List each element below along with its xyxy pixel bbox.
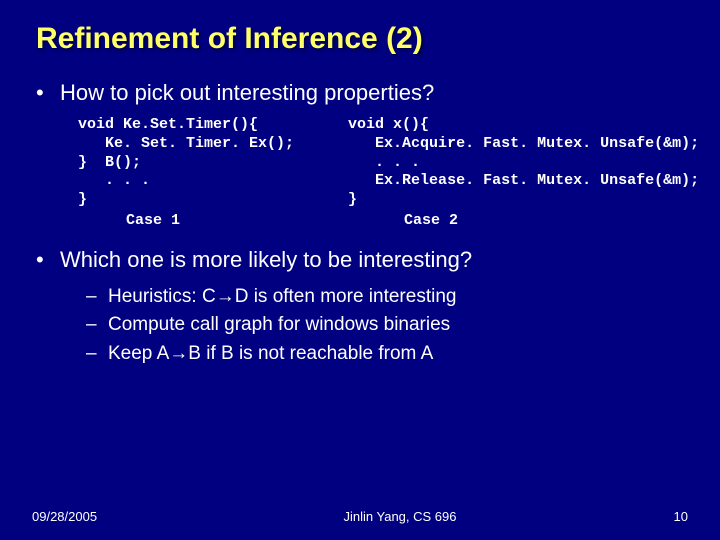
slide-footer: 09/28/2005 Jinlin Yang, CS 696 10 — [0, 509, 720, 524]
heuristic-1: Heuristics: C→D is often more interestin… — [36, 283, 720, 312]
code2-line3: . . . — [348, 154, 699, 173]
h3-part-a: Keep A — [108, 343, 169, 364]
code1-line3: } B(); — [78, 154, 294, 173]
code1-line2: Ke. Set. Timer. Ex(); — [78, 135, 294, 154]
code-example-1: void Ke.Set.Timer(){ Ke. Set. Timer. Ex(… — [78, 116, 294, 229]
bullet-question-2: Which one is more likely to be interesti… — [36, 247, 720, 273]
heuristic-3: Keep A→B if B is not reachable from A — [36, 340, 720, 369]
code1-line4: . . . — [78, 172, 294, 191]
code-examples-row: void Ke.Set.Timer(){ Ke. Set. Timer. Ex(… — [36, 116, 720, 229]
footer-author: Jinlin Yang, CS 696 — [152, 509, 648, 524]
case-2-label: Case 2 — [348, 212, 699, 229]
code2-line4: Ex.Release. Fast. Mutex. Unsafe(&m); — [348, 172, 699, 191]
slide-body: How to pick out interesting properties? … — [0, 56, 720, 368]
h3-part-b: B if B is not reachable from A — [188, 343, 433, 364]
arrow-icon: → — [169, 343, 188, 364]
code2-line5: } — [348, 191, 699, 210]
heuristic-2: Compute call graph for windows binaries — [36, 311, 720, 340]
slide-title: Refinement of Inference (2) — [0, 0, 720, 56]
footer-date: 09/28/2005 — [32, 509, 152, 524]
code2-line1: void x(){ — [348, 116, 699, 135]
code-example-2: void x(){ Ex.Acquire. Fast. Mutex. Unsaf… — [348, 116, 699, 229]
h1-part-a: Heuristics: C — [108, 286, 216, 307]
arrow-icon: → — [216, 286, 235, 307]
bullet-question-1: How to pick out interesting properties? — [36, 80, 720, 106]
code2-line2: Ex.Acquire. Fast. Mutex. Unsafe(&m); — [348, 135, 699, 154]
footer-page-number: 10 — [648, 509, 688, 524]
case-1-label: Case 1 — [78, 212, 294, 229]
h1-part-b: D is often more interesting — [235, 286, 457, 307]
code1-line5: } — [78, 191, 294, 210]
code1-line1: void Ke.Set.Timer(){ — [78, 116, 294, 135]
